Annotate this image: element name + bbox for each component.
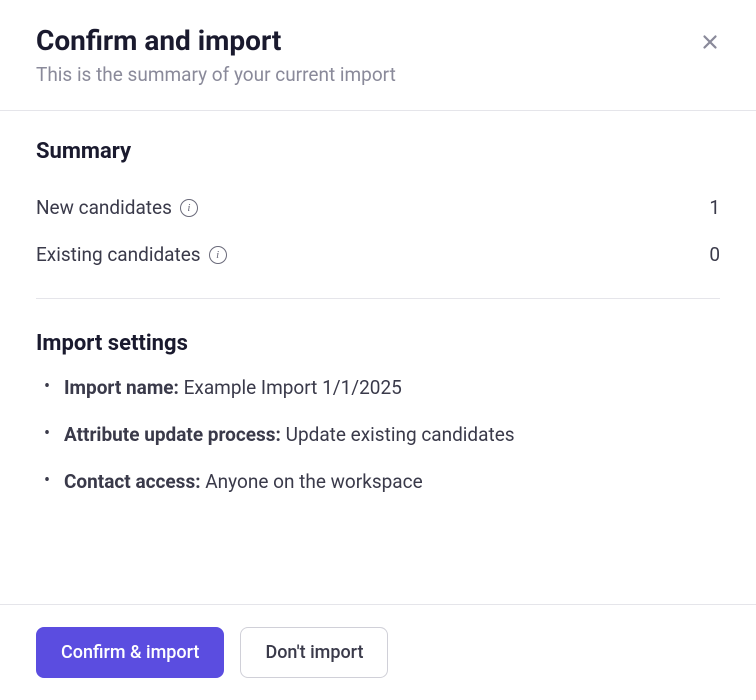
setting-import-name: Import name: Example Import 1/1/2025: [36, 376, 720, 399]
confirm-import-modal: Confirm and import This is the summary o…: [0, 0, 756, 700]
summary-row-existing-candidates: Existing candidates i 0: [36, 231, 720, 278]
existing-candidates-label: Existing candidates: [36, 243, 201, 266]
modal-title: Confirm and import: [36, 24, 720, 57]
summary-label: Existing candidates i: [36, 243, 227, 266]
setting-value: Example Import 1/1/2025: [184, 376, 402, 399]
confirm-import-button[interactable]: Confirm & import: [36, 627, 224, 678]
new-candidates-value: 1: [709, 196, 720, 219]
setting-key: Import name:: [64, 376, 179, 399]
close-icon: [699, 31, 721, 53]
modal-subtitle: This is the summary of your current impo…: [36, 63, 720, 86]
import-settings-list: Import name: Example Import 1/1/2025 Att…: [36, 376, 720, 493]
setting-attribute-update: Attribute update process: Update existin…: [36, 423, 720, 446]
setting-contact-access: Contact access: Anyone on the workspace: [36, 470, 720, 493]
import-settings-heading: Import settings: [36, 331, 720, 356]
setting-value: Update existing candidates: [286, 423, 515, 446]
dont-import-button[interactable]: Don't import: [240, 627, 388, 678]
setting-key: Contact access:: [64, 470, 201, 493]
divider: [36, 298, 720, 299]
summary-label: New candidates i: [36, 196, 198, 219]
setting-key: Attribute update process:: [64, 423, 281, 446]
new-candidates-label: New candidates: [36, 196, 172, 219]
modal-footer: Confirm & import Don't import: [0, 604, 756, 700]
summary-row-new-candidates: New candidates i 1: [36, 184, 720, 231]
modal-header: Confirm and import This is the summary o…: [0, 0, 756, 111]
summary-heading: Summary: [36, 139, 720, 164]
info-icon[interactable]: i: [209, 246, 227, 264]
existing-candidates-value: 0: [709, 243, 720, 266]
setting-value: Anyone on the workspace: [205, 470, 422, 493]
modal-body: Summary New candidates i 1 Existing cand…: [0, 111, 756, 604]
close-button[interactable]: [696, 28, 724, 56]
info-icon[interactable]: i: [180, 199, 198, 217]
